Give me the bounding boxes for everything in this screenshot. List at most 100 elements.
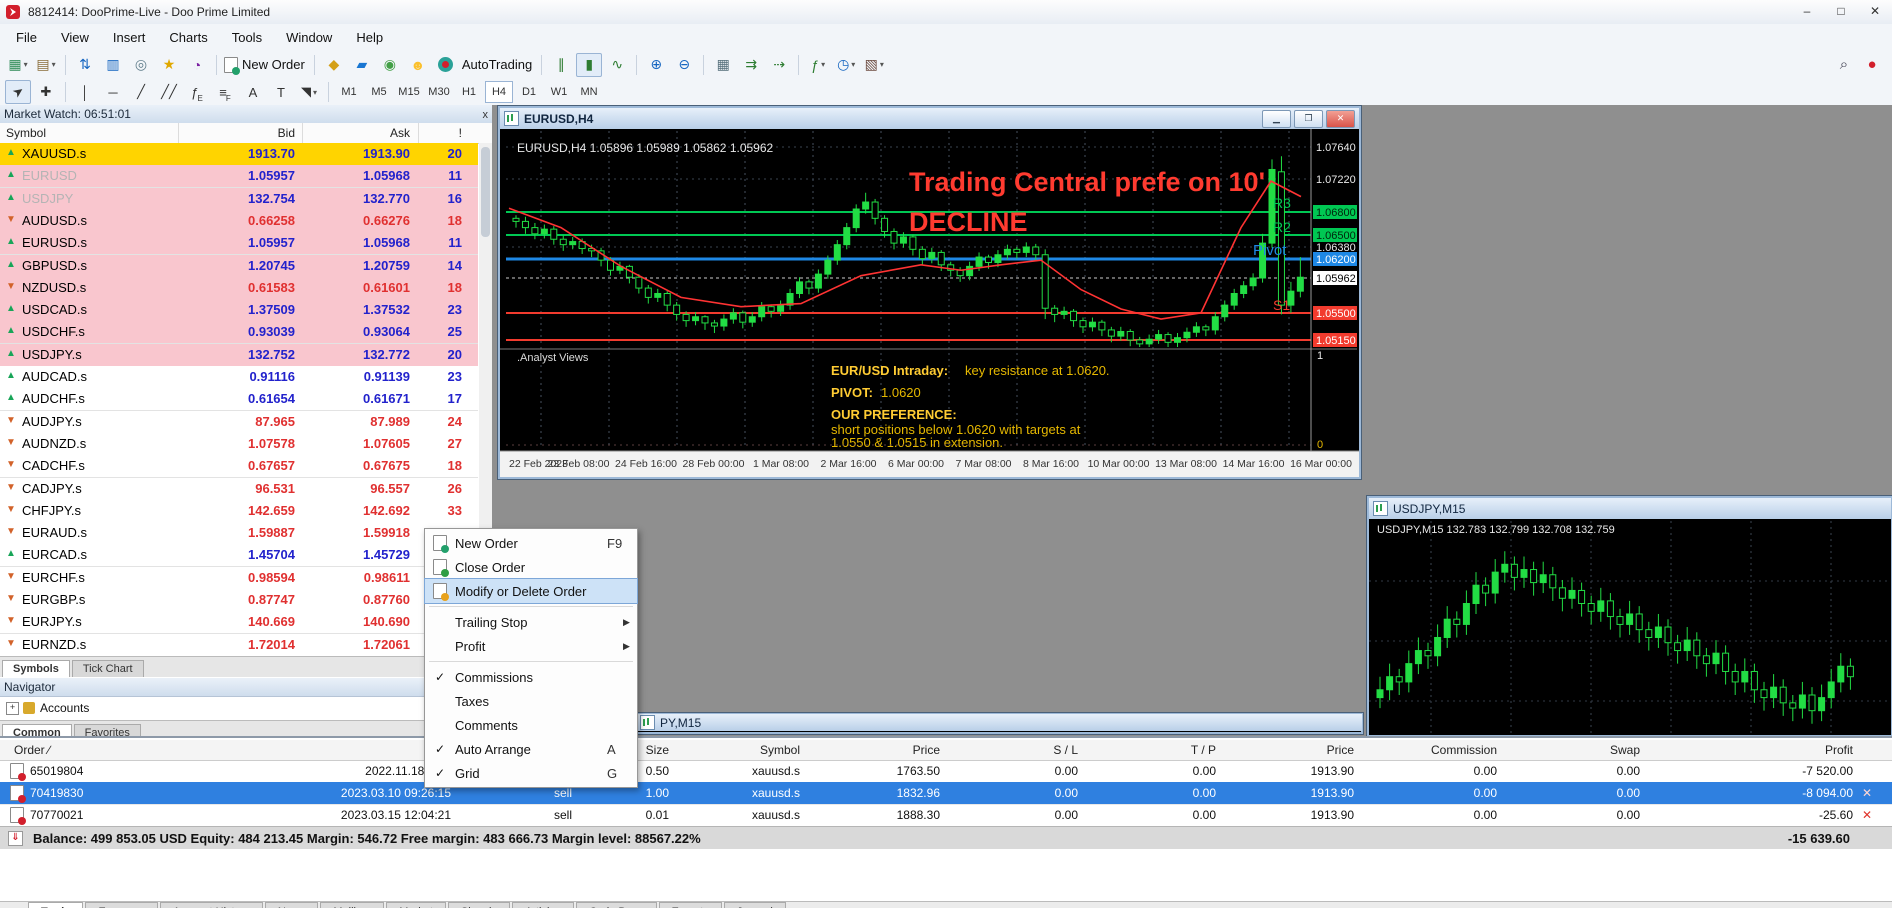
terminal-tab-mailbox[interactable]: Mailbox xyxy=(320,902,384,908)
terminal-tab-experts[interactable]: Experts xyxy=(659,902,722,908)
market-watch-row[interactable]: ▼CADCHF.s0.676570.6767518 xyxy=(0,455,478,478)
column-header-swap[interactable]: Swap xyxy=(1530,743,1640,757)
navigator-icon[interactable]: ◎ xyxy=(128,53,154,77)
order-row[interactable]: 707700212023.03.15 12:04:21sell0.01xauus… xyxy=(0,804,1892,827)
web-terminal-icon[interactable]: ▰ xyxy=(349,53,375,77)
menu-insert[interactable]: Insert xyxy=(101,26,158,49)
market-watch-row[interactable]: ▲USDCAD.s1.375091.3753223 xyxy=(0,299,478,322)
eurusd-window-titlebar[interactable]: EURUSD,H4 ▁ ❐ ✕ xyxy=(500,108,1359,129)
menu-item-comments[interactable]: Comments xyxy=(425,713,637,737)
eurusd-chart-canvas[interactable]: R3R2PivotS1Trading Central prefe on 10'D… xyxy=(500,129,1359,477)
terminal-tab-news[interactable]: News xyxy=(265,902,319,908)
candle-chart-mode-icon[interactable]: ▮ xyxy=(576,53,602,77)
vertical-line-tool-icon[interactable]: │ xyxy=(72,80,98,104)
minimize-icon[interactable]: ▁ xyxy=(1262,110,1291,128)
close-order-icon[interactable]: ✕ xyxy=(1862,786,1872,800)
market-watch-row[interactable]: ▼CADJPY.s96.53196.55726 xyxy=(0,478,478,501)
indicators-icon[interactable]: ƒ▾ xyxy=(805,53,831,77)
menu-item-new-order[interactable]: New OrderF9 xyxy=(425,531,637,555)
column-header-symbol[interactable]: Symbol xyxy=(690,743,800,757)
navigator-accounts-item[interactable]: + Accounts xyxy=(0,698,492,718)
zoom-in-icon[interactable]: ⊕ xyxy=(643,53,669,77)
market-watch-row[interactable]: ▼AUDNZD.s1.075781.0760527 xyxy=(0,433,478,456)
menu-file[interactable]: File xyxy=(4,26,49,49)
close-icon[interactable]: ✕ xyxy=(1326,110,1355,128)
terminal-tab-signals[interactable]: Signals xyxy=(448,902,510,908)
market-watch-row[interactable]: ▲GBPUSD.s1.207451.2075914 xyxy=(0,255,478,278)
market-watch-row[interactable]: ▲EURUSD1.059571.0596811 xyxy=(0,165,478,188)
usdjpy-window-titlebar[interactable]: USDJPY,M15 xyxy=(1369,498,1891,519)
minimize-icon[interactable]: – xyxy=(1790,1,1824,23)
terminal-tab-market[interactable]: Market xyxy=(386,902,446,908)
column-header-commission[interactable]: Commission xyxy=(1387,743,1497,757)
menu-charts[interactable]: Charts xyxy=(157,26,219,49)
chart-shift-icon[interactable]: ⇢ xyxy=(766,53,792,77)
column-header-profit[interactable]: Profit xyxy=(1743,743,1853,757)
menu-view[interactable]: View xyxy=(49,26,101,49)
terminal-panel-icon[interactable]: ★ xyxy=(156,53,182,77)
chart-window-usdjpy[interactable]: USDJPY,M15 USDJPY,M15 132.783 132.799 13… xyxy=(1366,495,1892,738)
order-row[interactable]: 650198042022.11.18 10:30.50xauusd.s1763.… xyxy=(0,760,1892,783)
menu-item-taxes[interactable]: Taxes xyxy=(425,689,637,713)
autotrading-icon[interactable] xyxy=(433,53,459,77)
terminal-tab-journal[interactable]: Journal xyxy=(724,902,786,908)
data-window-icon[interactable]: ▥ xyxy=(100,53,126,77)
search-icon[interactable]: ⌕ xyxy=(1831,53,1857,77)
tab-symbols[interactable]: Symbols xyxy=(2,660,70,677)
menu-help[interactable]: Help xyxy=(344,26,395,49)
bar-chart-mode-icon[interactable]: ∥ xyxy=(548,53,574,77)
menu-item-close-order[interactable]: Close Order xyxy=(425,555,637,579)
market-watch-row[interactable]: ▼EURGBP.s0.877470.87760 xyxy=(0,589,478,612)
market-watch-row[interactable]: ▼AUDJPY.s87.96587.98924 xyxy=(0,411,478,434)
new-chart-icon[interactable]: ▦▾ xyxy=(5,53,31,77)
market-watch-row[interactable]: ▲USDCHF.s0.930390.9306425 xyxy=(0,321,478,344)
market-watch-row[interactable]: ▼EURJPY.s140.669140.690 xyxy=(0,611,478,634)
profiles-icon[interactable]: ▤▾ xyxy=(33,53,59,77)
terminal-tab-articles[interactable]: Articles xyxy=(512,902,574,908)
fibonacci-tool-icon[interactable]: ƒE xyxy=(184,80,210,104)
chart-window-eurusd[interactable]: EURUSD,H4 ▁ ❐ ✕ R3R2PivotS1Trading Centr… xyxy=(497,105,1362,480)
market-watch-row[interactable]: ▼CHFJPY.s142.659142.69233 xyxy=(0,500,478,523)
trendline-tool-icon[interactable]: ╱ xyxy=(128,80,154,104)
tile-windows-icon[interactable]: ▦ xyxy=(710,53,736,77)
timeframe-h4[interactable]: H4 xyxy=(485,81,513,103)
column-header-order[interactable]: Order ∕ xyxy=(14,743,50,757)
text-tool-icon[interactable]: A xyxy=(240,80,266,104)
community-icon[interactable]: ☻ xyxy=(405,53,431,77)
column-header-tp[interactable]: T / P xyxy=(1106,743,1216,757)
menu-window[interactable]: Window xyxy=(274,26,344,49)
restore-icon[interactable]: ❐ xyxy=(1294,110,1323,128)
timeframe-mn[interactable]: MN xyxy=(575,81,603,103)
menu-item-profit[interactable]: Profit▶ xyxy=(425,634,637,658)
terminal-tab-trade[interactable]: Trade xyxy=(28,902,83,908)
timeframe-h1[interactable]: H1 xyxy=(455,81,483,103)
tree-expand-icon[interactable]: + xyxy=(6,702,19,715)
line-chart-mode-icon[interactable]: ∿ xyxy=(604,53,630,77)
tab-tick-chart[interactable]: Tick Chart xyxy=(72,660,144,677)
timeframe-m1[interactable]: M1 xyxy=(335,81,363,103)
signals-icon[interactable]: ◉ xyxy=(377,53,403,77)
fibonacci-fan-tool-icon[interactable]: ≡F xyxy=(212,80,238,104)
arrows-tool-icon[interactable]: ◥▾ xyxy=(296,80,322,104)
market-watch-row[interactable]: ▼AUDUSD.s0.662580.6627618 xyxy=(0,210,478,233)
market-watch-row[interactable]: ▲EURCAD.s1.457041.45729 xyxy=(0,544,478,567)
equidistant-channel-tool-icon[interactable]: ╱╱ xyxy=(156,80,182,104)
templates-icon[interactable]: ▧▾ xyxy=(861,53,887,77)
cursor-tool-icon[interactable]: ➤ xyxy=(5,80,31,104)
menu-item-modify-or-delete-order[interactable]: Modify or Delete Order xyxy=(425,579,637,603)
timeframe-m30[interactable]: M30 xyxy=(425,81,453,103)
periods-icon[interactable]: ◷▾ xyxy=(833,53,859,77)
zoom-out-icon[interactable]: ⊖ xyxy=(671,53,697,77)
column-header-price[interactable]: Price xyxy=(830,743,940,757)
menu-item-commissions[interactable]: ✓Commissions xyxy=(425,665,637,689)
auto-scroll-icon[interactable]: ⇉ xyxy=(738,53,764,77)
close-order-icon[interactable]: ✕ xyxy=(1862,808,1872,822)
horizontal-line-tool-icon[interactable]: ─ xyxy=(100,80,126,104)
market-watch-row[interactable]: ▲USDJPY.s132.752132.77220 xyxy=(0,344,478,367)
menu-item-grid[interactable]: ✓GridG xyxy=(425,761,637,785)
market-watch-row[interactable]: ▼EURNZD.s1.720141.72061 xyxy=(0,634,478,657)
market-watch-row[interactable]: ▲AUDCHF.s0.616540.6167117 xyxy=(0,388,478,411)
market-watch-row[interactable]: ▼EURAUD.s1.598871.5991831 xyxy=(0,522,478,545)
autotrading-label[interactable]: AutoTrading xyxy=(462,57,532,72)
timeframe-m5[interactable]: M5 xyxy=(365,81,393,103)
